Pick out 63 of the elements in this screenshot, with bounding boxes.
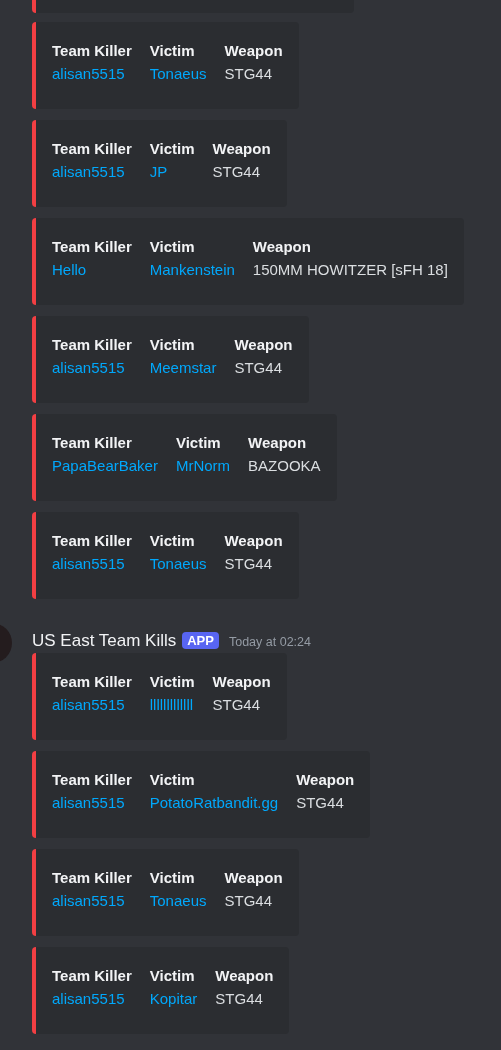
field-value: STG44 (215, 990, 264, 1007)
field-value: STG44 (212, 163, 262, 180)
field-link[interactable]: Mankenstein (149, 261, 235, 278)
field-link[interactable]: Meemstar (149, 359, 217, 376)
field-name: Victim (149, 869, 196, 886)
field-value: STG44 (296, 794, 345, 811)
field-link[interactable]: alisan5515 (52, 794, 132, 811)
field-name: Weapon (252, 238, 312, 255)
field-name: Team Killer (52, 673, 132, 690)
field-link[interactable]: alisan5515 (52, 65, 132, 82)
field-name: Weapon (215, 967, 274, 984)
field-link[interactable]: MrNorm (175, 457, 231, 474)
field-name: Team Killer (52, 238, 132, 255)
field-name: Weapon (224, 42, 283, 59)
field-link[interactable]: alisan5515 (52, 163, 132, 180)
field-link[interactable]: alisan5515 (52, 696, 132, 713)
field-name: Victim (175, 434, 222, 451)
field-name: Team Killer (52, 532, 132, 549)
field-name: Weapon (234, 336, 293, 353)
field-name: Victim (149, 42, 196, 59)
author-name[interactable]: US East Team Kills (32, 631, 177, 651)
field-name: Weapon (212, 673, 271, 690)
field-link[interactable]: PapaBearBaker (52, 457, 158, 474)
field-link[interactable]: alisan5515 (52, 359, 132, 376)
field-name: Team Killer (52, 336, 132, 353)
field-link[interactable]: Tonaeus (149, 555, 207, 572)
field-name: Team Killer (52, 140, 132, 157)
app-badge: APP (182, 632, 219, 649)
field-value: STG44 (212, 696, 262, 713)
field-link[interactable]: JP (149, 163, 195, 180)
field-link[interactable]: alisan5515 (52, 892, 132, 909)
field-name: Weapon (224, 869, 283, 886)
field-name: Victim (149, 140, 195, 157)
field-name: Victim (149, 336, 196, 353)
field-name: Team Killer (52, 967, 132, 984)
field-value: BAZOOKA (248, 457, 321, 474)
field-name: Team Killer (52, 42, 132, 59)
field-name: Team Killer (52, 434, 133, 451)
field-value: STG44 (224, 892, 273, 909)
field-name: Victim (149, 532, 196, 549)
field-name: Weapon (296, 771, 355, 788)
field-name: Victim (149, 967, 196, 984)
field-name: Team Killer (52, 771, 132, 788)
field-value: STG44 (234, 359, 283, 376)
field-name: Weapon (212, 140, 271, 157)
field-value: STG44 (224, 65, 273, 82)
field-name: Victim (149, 771, 196, 788)
field-name: Victim (149, 673, 195, 690)
field-link[interactable]: Tonaeus (149, 892, 207, 909)
field-name: Victim (149, 238, 196, 255)
field-name: Weapon (224, 532, 283, 549)
field-link[interactable]: Hello (52, 261, 132, 278)
field-link[interactable]: Tonaeus (149, 65, 207, 82)
field-link[interactable]: alisan5515 (52, 555, 132, 572)
field-link[interactable]: lllllllllllll (149, 696, 195, 713)
field-value: 150MM HOWITZER [sFH 18] (252, 261, 448, 278)
field-value: STG44 (224, 555, 273, 572)
field-link[interactable]: alisan5515 (52, 990, 132, 1007)
field-link[interactable]: Kopitar (149, 990, 198, 1007)
field-name: Team Killer (52, 869, 132, 886)
timestamp: Today at 02:24 (228, 635, 311, 649)
field-name: Weapon (248, 434, 308, 451)
field-link[interactable]: PotatoRatbandit.gg (149, 794, 279, 811)
